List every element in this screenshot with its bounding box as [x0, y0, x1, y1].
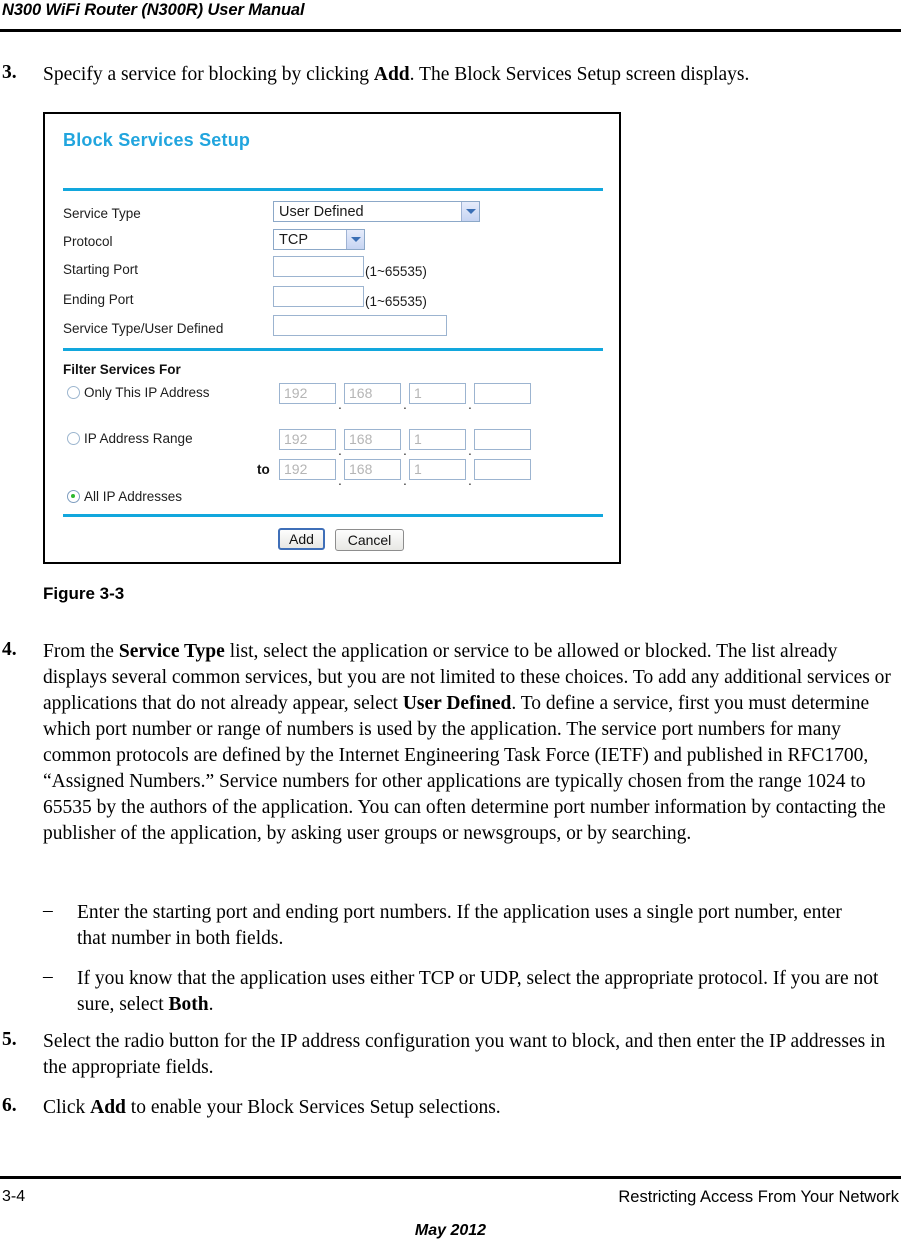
- radio-only-this-ip-address[interactable]: [67, 386, 80, 399]
- figure-caption: Figure 3-3: [43, 584, 125, 603]
- ip-dot-separator: .: [403, 442, 407, 458]
- step-3-text-before: Specify a service for blocking by clicki…: [43, 64, 374, 85]
- range-from-octet-4[interactable]: [474, 429, 531, 450]
- ip-dot-separator: .: [338, 442, 342, 458]
- ip-dot-separator: .: [338, 472, 342, 488]
- ip-dot-separator: .: [403, 396, 407, 412]
- protocol-value: TCP: [279, 232, 308, 248]
- starting-port-label: Starting Port: [63, 262, 139, 277]
- service-user-defined-input[interactable]: [273, 315, 447, 336]
- protocol-select[interactable]: TCP: [273, 229, 365, 250]
- step-3-text-after: . The Block Services Setup screen displa…: [409, 64, 750, 85]
- ip-dot-separator: .: [468, 442, 472, 458]
- range-from-octet-2[interactable]: 168: [344, 429, 401, 450]
- range-from-octet-3[interactable]: 1: [409, 429, 466, 450]
- protocol-label: Protocol: [63, 234, 113, 249]
- only-ip-octet-3-value: 1: [414, 385, 422, 401]
- range-to-octet-1[interactable]: 192: [279, 459, 336, 480]
- service-type-label: Service Type: [63, 206, 141, 221]
- range-to-octet-3[interactable]: 1: [409, 459, 466, 480]
- ip-dot-separator: .: [338, 396, 342, 412]
- step-3-bold-add: Add: [373, 64, 410, 85]
- range-from-octet-2-value: 168: [349, 431, 373, 447]
- step-3-text: Specify a service for blocking by clicki…: [43, 62, 899, 88]
- step-4-number: 4.: [2, 639, 17, 660]
- dash-item-2-text: If you know that the application uses ei…: [77, 966, 899, 1018]
- radio-label-all-ip-addresses: All IP Addresses: [84, 489, 183, 504]
- starting-port-input[interactable]: [273, 256, 364, 277]
- add-button[interactable]: Add: [278, 528, 325, 550]
- service-user-defined-label: Service Type/User Defined: [63, 321, 224, 336]
- range-from-octet-1-value: 192: [284, 431, 308, 447]
- only-ip-octet-3[interactable]: 1: [409, 383, 466, 404]
- footer-divider: [0, 1176, 901, 1179]
- step-4-bold-user-defined: User Defined: [402, 693, 512, 714]
- ending-port-input[interactable]: [273, 286, 364, 307]
- footer-chapter-title: Restricting Access From Your Network: [618, 1188, 899, 1206]
- block-services-setup-screenshot: Block Services Setup Service Type User D…: [43, 112, 621, 564]
- step-6-t1: Click: [43, 1097, 91, 1118]
- ending-port-label: Ending Port: [63, 292, 134, 307]
- step-4-t1: From the: [43, 641, 119, 662]
- divider-top: [63, 188, 603, 191]
- range-to-octet-4[interactable]: [474, 459, 531, 480]
- step-4-text: From the Service Type list, select the a…: [43, 639, 899, 847]
- page-header: N300 WiFi Router (N300R) User Manual: [0, 0, 901, 30]
- footer-date: May 2012: [414, 1222, 487, 1239]
- step-6-number: 6.: [2, 1095, 17, 1116]
- range-to-octet-3-value: 1: [414, 461, 422, 477]
- step-6-t2: to enable your Block Services Setup sele…: [125, 1097, 501, 1118]
- step-6-bold-add: Add: [90, 1097, 126, 1118]
- dash-2-t2: .: [208, 994, 214, 1015]
- starting-port-hint: (1~65535): [365, 264, 427, 279]
- only-ip-octet-1-value: 192: [284, 385, 308, 401]
- step-3-number: 3.: [2, 62, 17, 83]
- only-ip-octet-2-value: 168: [349, 385, 373, 401]
- ip-dot-separator: .: [468, 472, 472, 488]
- range-to-octet-2[interactable]: 168: [344, 459, 401, 480]
- panel-title: Block Services Setup: [63, 130, 251, 150]
- radio-label-only-this-ip-address: Only This IP Address: [84, 385, 210, 400]
- step-6-text: Click Add to enable your Block Services …: [43, 1095, 899, 1121]
- dash-bullet-1: –: [43, 900, 53, 921]
- cancel-button[interactable]: Cancel: [335, 529, 404, 551]
- ending-port-hint: (1~65535): [365, 294, 427, 309]
- chevron-down-icon[interactable]: [346, 230, 364, 249]
- footer-page-number: 3-4: [2, 1188, 26, 1205]
- dash-item-1-text: Enter the starting port and ending port …: [77, 902, 842, 949]
- radio-ip-address-range[interactable]: [67, 432, 80, 445]
- range-to-octet-1-value: 192: [284, 461, 308, 477]
- step-4-bold-service-type: Service Type: [118, 641, 225, 662]
- range-from-octet-1[interactable]: 192: [279, 429, 336, 450]
- dash-2-bold-both: Both: [168, 994, 209, 1015]
- step-5-text: Select the radio button for the IP addre…: [43, 1031, 886, 1078]
- step-5-number: 5.: [2, 1029, 17, 1050]
- ip-dot-separator: .: [403, 472, 407, 488]
- divider-middle: [63, 348, 603, 351]
- divider-bottom: [63, 514, 603, 517]
- header-divider: [0, 29, 901, 32]
- range-to-label: to: [257, 462, 270, 477]
- range-from-octet-3-value: 1: [414, 431, 422, 447]
- only-ip-octet-1[interactable]: 192: [279, 383, 336, 404]
- dash-bullet-2: –: [43, 966, 53, 987]
- chevron-down-icon[interactable]: [461, 202, 479, 221]
- only-ip-octet-4[interactable]: [474, 383, 531, 404]
- filter-services-section-label: Filter Services For: [63, 362, 181, 377]
- only-ip-octet-2[interactable]: 168: [344, 383, 401, 404]
- radio-label-ip-address-range: IP Address Range: [84, 431, 193, 446]
- step-4-t3: . To define a service, first you must de…: [43, 693, 886, 844]
- service-type-value: User Defined: [279, 204, 364, 220]
- range-to-octet-2-value: 168: [349, 461, 373, 477]
- running-head-title: N300 WiFi Router (N300R) User Manual: [2, 1, 305, 19]
- service-type-select[interactable]: User Defined: [273, 201, 480, 222]
- radio-all-ip-addresses[interactable]: [67, 490, 80, 503]
- ip-dot-separator: .: [468, 396, 472, 412]
